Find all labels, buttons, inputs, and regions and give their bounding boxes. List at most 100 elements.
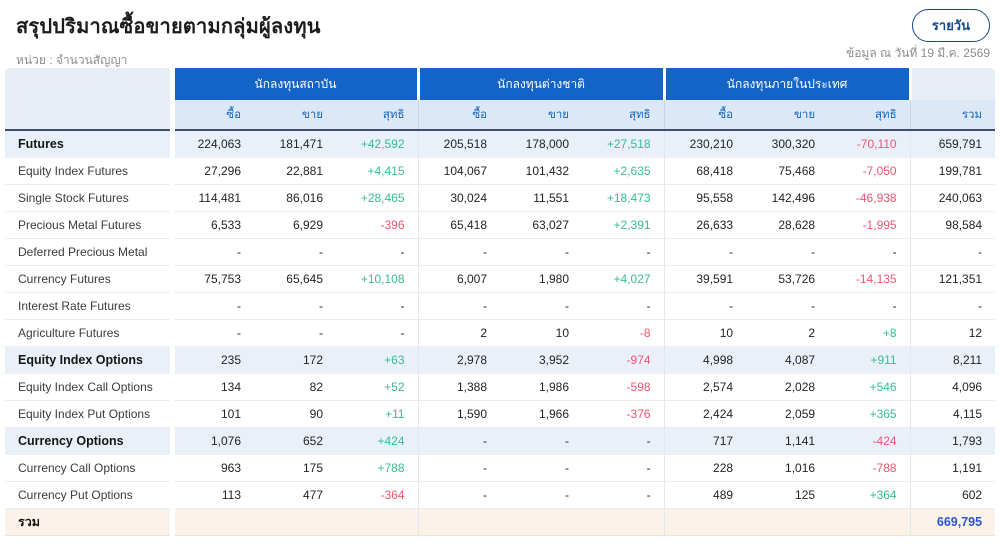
cell-value: 4,087 bbox=[746, 346, 829, 374]
cell-value: +42,592 bbox=[336, 130, 419, 158]
cell-value: 101 bbox=[172, 400, 254, 428]
cell-value: +2,635 bbox=[582, 157, 665, 185]
col-header-sell: ขาย bbox=[500, 100, 583, 131]
cell-value: 224,063 bbox=[172, 130, 254, 158]
cell-value: - bbox=[418, 454, 501, 482]
cell-value: +11 bbox=[336, 400, 419, 428]
cell-value: 28,628 bbox=[746, 211, 829, 239]
cell-value: 235 bbox=[172, 346, 254, 374]
cell-value: - bbox=[172, 292, 254, 320]
cell-value: - bbox=[828, 292, 911, 320]
cell-value: +2,391 bbox=[582, 211, 665, 239]
cell-value: 230,210 bbox=[664, 130, 747, 158]
cell-total: 1,191 bbox=[910, 454, 996, 482]
cell-value: 963 bbox=[172, 454, 254, 482]
cell-value: - bbox=[582, 238, 665, 266]
cell-value: +10,108 bbox=[336, 265, 419, 293]
cell-value: 477 bbox=[254, 481, 336, 509]
cell-value: 2,978 bbox=[418, 346, 501, 374]
sub-header-row: ซื้อ ขาย สุทธิ ซื้อ ขาย สุทธิ ซื้อ ขาย ส… bbox=[5, 100, 996, 131]
cell-value: 142,496 bbox=[746, 184, 829, 212]
cell-value: 1,076 bbox=[172, 427, 254, 455]
cell-value: - bbox=[336, 238, 419, 266]
cell-value: 39,591 bbox=[664, 265, 747, 293]
daily-period-button[interactable]: รายวัน bbox=[911, 9, 990, 42]
cell-value: - bbox=[500, 481, 583, 509]
cell-value: -8 bbox=[582, 319, 665, 347]
cell-value: -424 bbox=[828, 427, 911, 455]
cell-value: -14,135 bbox=[828, 265, 911, 293]
col-header-buy: ซื้อ bbox=[172, 100, 254, 131]
cell-value: 65,645 bbox=[254, 265, 336, 293]
cell-value: - bbox=[746, 238, 829, 266]
row-label: Currency Futures bbox=[5, 265, 175, 293]
cell-value bbox=[664, 508, 747, 536]
cell-value: - bbox=[418, 292, 501, 320]
cell-value: - bbox=[336, 319, 419, 347]
row-label: Futures bbox=[5, 130, 175, 158]
cell-value: - bbox=[582, 454, 665, 482]
cell-value: 63,027 bbox=[500, 211, 583, 239]
cell-value: - bbox=[172, 319, 254, 347]
row-label: Currency Put Options bbox=[5, 481, 175, 509]
cell-value: +18,473 bbox=[582, 184, 665, 212]
cell-value: 10 bbox=[664, 319, 747, 347]
table-row: Currency Put Options 113 477 -364- - -489 125 +… bbox=[5, 481, 996, 509]
cell-value bbox=[418, 508, 501, 536]
col-header-net: สุทธิ bbox=[336, 100, 419, 131]
cell-value bbox=[746, 508, 829, 536]
cell-value: 4,998 bbox=[664, 346, 747, 374]
cell-value: 22,881 bbox=[254, 157, 336, 185]
row-label: Precious Metal Futures bbox=[5, 211, 175, 239]
cell-value: - bbox=[500, 454, 583, 482]
row-label: Agriculture Futures bbox=[5, 319, 175, 347]
col-header-net: สุทธิ bbox=[828, 100, 911, 131]
cell-value: 10 bbox=[500, 319, 583, 347]
cell-value: 2,059 bbox=[746, 400, 829, 428]
cell-value: 1,388 bbox=[418, 373, 501, 401]
cell-value: 3,952 bbox=[500, 346, 583, 374]
cell-value: 6,929 bbox=[254, 211, 336, 239]
cell-total: - bbox=[910, 292, 996, 320]
corner-cell bbox=[5, 68, 175, 100]
cell-value: +424 bbox=[336, 427, 419, 455]
cell-total: 659,791 bbox=[910, 130, 996, 158]
cell-value: 104,067 bbox=[418, 157, 501, 185]
cell-value: 75,753 bbox=[172, 265, 254, 293]
cell-value: 125 bbox=[746, 481, 829, 509]
cell-value: 30,024 bbox=[418, 184, 501, 212]
cell-value: 205,518 bbox=[418, 130, 501, 158]
cell-value: 27,296 bbox=[172, 157, 254, 185]
group-header-institution: นักลงทุนสถาบัน bbox=[172, 68, 420, 100]
cell-value: 113 bbox=[172, 481, 254, 509]
cell-value: +4,415 bbox=[336, 157, 419, 185]
cell-value: - bbox=[582, 481, 665, 509]
table-row: Interest Rate Futures - - - - - - - - - - bbox=[5, 292, 996, 320]
cell-value: 134 bbox=[172, 373, 254, 401]
cell-value: +27,518 bbox=[582, 130, 665, 158]
row-label: Currency Options bbox=[5, 427, 175, 455]
cell-value: 82 bbox=[254, 373, 336, 401]
col-header-sell: ขาย bbox=[254, 100, 336, 131]
as-of-date: ข้อมูล ณ วันที่ 19 มี.ค. 2569 bbox=[846, 46, 990, 60]
page-title: สรุปปริมาณซื้อขายตามกลุ่มผู้ลงทุน bbox=[16, 16, 321, 38]
investor-summary-table: นักลงทุนสถาบัน นักลงทุนต่างชาติ นักลงทุน… bbox=[5, 68, 996, 536]
cell-value: 53,726 bbox=[746, 265, 829, 293]
cell-value: - bbox=[746, 292, 829, 320]
cell-value: -1,995 bbox=[828, 211, 911, 239]
row-label: Single Stock Futures bbox=[5, 184, 175, 212]
cell-value: +52 bbox=[336, 373, 419, 401]
cell-value: 75,468 bbox=[746, 157, 829, 185]
table-row: Currency Call Options 963 175 +788- - -228 1,0… bbox=[5, 454, 996, 482]
cell-value: +28,465 bbox=[336, 184, 419, 212]
cell-value: -788 bbox=[828, 454, 911, 482]
cell-value: 114,481 bbox=[172, 184, 254, 212]
cell-value bbox=[254, 508, 336, 536]
cell-value: -974 bbox=[582, 346, 665, 374]
cell-total: 199,781 bbox=[910, 157, 996, 185]
cell-value: 172 bbox=[254, 346, 336, 374]
cell-value: -598 bbox=[582, 373, 665, 401]
cell-total: 8,211 bbox=[910, 346, 996, 374]
cell-value: 228 bbox=[664, 454, 747, 482]
cell-value: -376 bbox=[582, 400, 665, 428]
